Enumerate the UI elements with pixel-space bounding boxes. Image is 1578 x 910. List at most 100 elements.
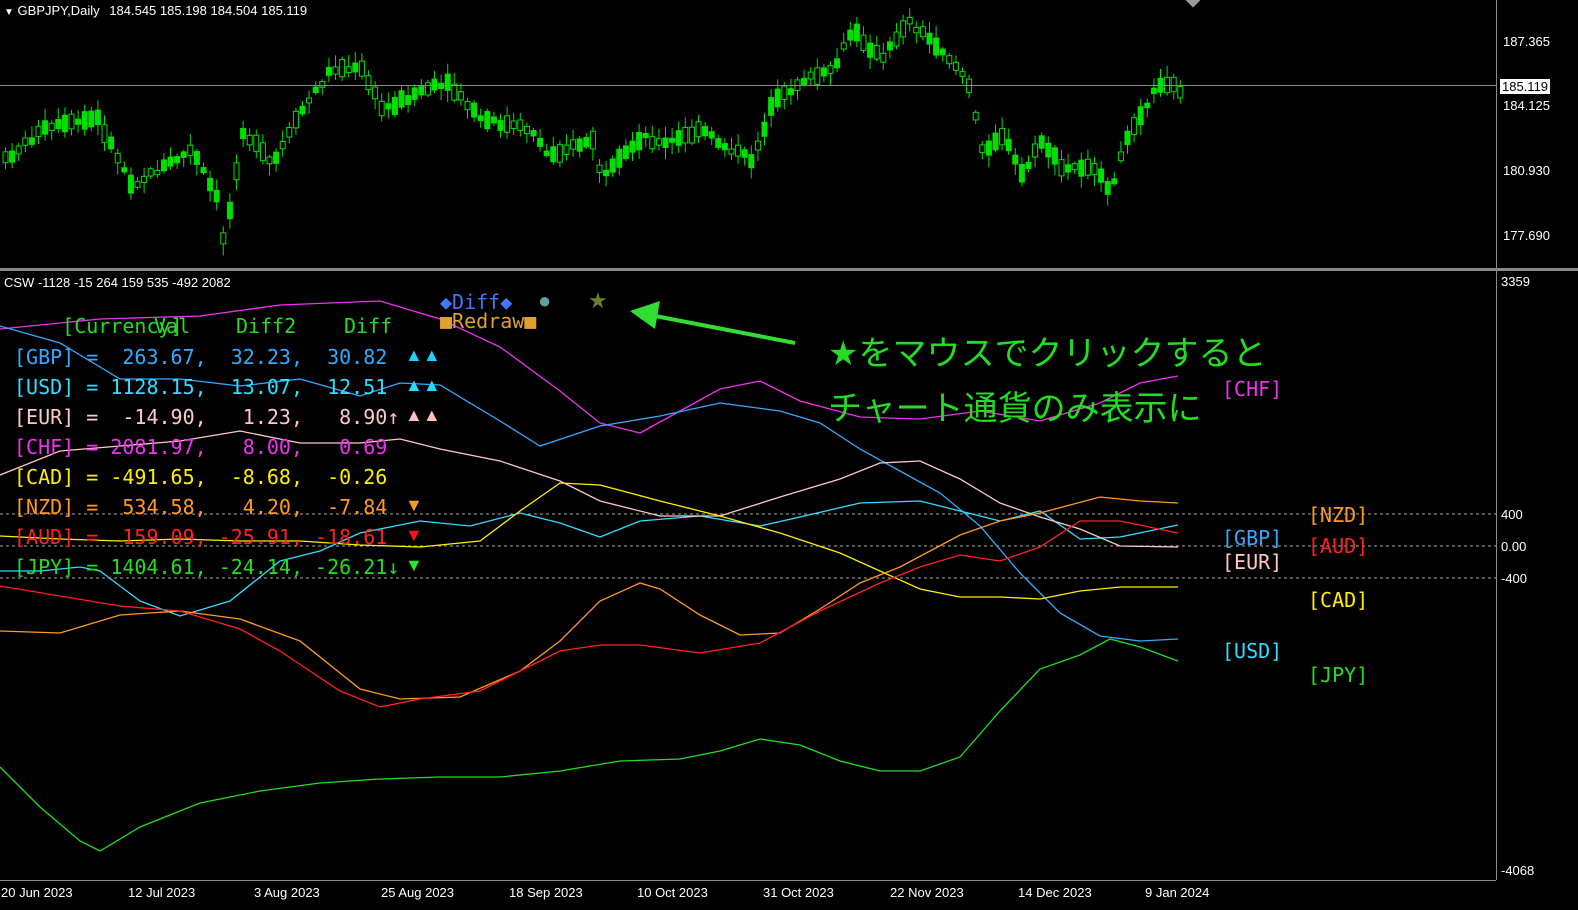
candle-body [114,152,121,164]
redraw-button[interactable]: ■Redraw■ [440,309,536,333]
annotation-line-1: ★をマウスでクリックすると [828,334,1267,374]
star-filter-button[interactable]: ★ [588,288,608,314]
candle-body [457,91,464,101]
annotation-line-2: チャート通貨のみ表示に [828,389,1202,429]
candle-body [226,201,233,220]
candle-body [893,31,900,47]
candle-body [405,95,412,106]
annotation-arrow-shaft [649,313,796,345]
candle-body [279,141,286,150]
row-aud: [AUD] = 159.09, -25.91, -18.61 [14,525,388,549]
candle-body [820,67,827,77]
candle-body [688,126,695,144]
candle-body [543,150,550,157]
candle-body [563,144,570,156]
candle-body [682,127,689,144]
level-400: 400 [1501,507,1523,522]
collapse-triangle-icon[interactable]: ▼ [4,7,14,18]
date-label: 25 Aug 2023 [381,885,455,900]
candle-body [583,137,590,148]
candle-body [339,58,346,78]
candle-body [325,66,332,76]
candle-body [873,45,880,60]
arrow-up-icon: ▲▲ [405,405,441,425]
indicator-pane[interactable]: CSW -1128 -15 264 159 535 -492 2082 [Cur… [0,271,1496,880]
candle-body [292,110,299,129]
tag-jpy: [JPY] [1308,663,1369,687]
candle-body [134,181,141,188]
candle-body [754,140,761,151]
candle-body [1131,117,1138,135]
candle-body [28,137,35,145]
candlestick-series [2,8,1184,256]
date-label: 3 Aug 2023 [254,885,320,900]
candle-body [880,52,887,63]
candle-body [622,145,629,159]
arrow-down-icon: ▼ [405,555,423,575]
candle-body [352,62,359,73]
candle-body [504,115,511,133]
candle-body [1124,130,1131,146]
candle-body [193,150,200,165]
candle-body [233,162,240,181]
date-label: 10 Oct 2023 [637,885,708,900]
candle-body [787,88,794,96]
indicator-header: CSW -1128 -15 264 159 535 -492 2082 [4,275,231,290]
date-label: 22 Nov 2023 [890,885,964,900]
candle-body [774,88,781,108]
candle-body [1012,154,1019,165]
candle-body [946,55,953,65]
candle-body [570,139,577,150]
candle-body [61,114,68,133]
candle-body [721,143,728,151]
candle-body [589,130,596,150]
date-label: 20 Jun 2023 [1,885,73,900]
candle-body [715,138,722,148]
date-label: 9 Jan 2024 [1145,885,1210,900]
tag-aud: [AUD] [1308,534,1369,558]
date-axis: 20 Jun 2023 12 Jul 2023 3 Aug 2023 25 Au… [0,881,1496,910]
candle-body [286,127,293,138]
candle-body [675,130,682,146]
candle-body [259,142,266,162]
candle-body [484,110,491,130]
candle-body [517,119,524,131]
candle-body [88,110,95,128]
candle-body [35,125,42,137]
candle-body [1018,164,1025,183]
candle-body [42,120,49,135]
row-usd: [USD] = 1128.15, 13.07, 12.51 [14,375,388,399]
candle-body [1098,168,1105,183]
circle-toggle-button[interactable]: ● [538,288,551,314]
header-diff: Diff [344,314,393,338]
candle-body [959,71,966,77]
candle-body [972,111,979,121]
candle-body [629,140,636,153]
candle-body [497,120,504,131]
candle-body [530,129,537,137]
main-chart-pane[interactable]: ▼ GBPJPY,Daily 184.545 185.198 184.504 1… [0,0,1496,268]
candle-body [2,151,9,164]
candle-body [761,121,768,137]
candle-body [1177,85,1184,99]
candle-body [358,60,365,77]
candle-body [616,148,623,168]
candle-body [378,100,385,117]
candle-body [68,113,75,130]
candle-body [1025,161,1032,169]
candle-body [411,87,418,100]
candle-body [1058,159,1065,177]
candle-body [1150,87,1157,95]
candle-body [246,134,253,146]
candle-body [985,140,992,156]
strength-line-jpy [0,638,1179,852]
level-0: 0.00 [1501,539,1527,554]
row-jpy: [JPY] = 1404.61, -24.14, -26.21↓ [14,555,400,579]
arrow-up-icon: ▲▲ [405,345,441,365]
candle-body [609,158,616,173]
candle-body [180,151,187,158]
candle-body [48,122,55,132]
candle-body [926,32,933,45]
annotation-arrow-head [630,301,660,329]
scale-top: 3359 [1501,274,1530,289]
